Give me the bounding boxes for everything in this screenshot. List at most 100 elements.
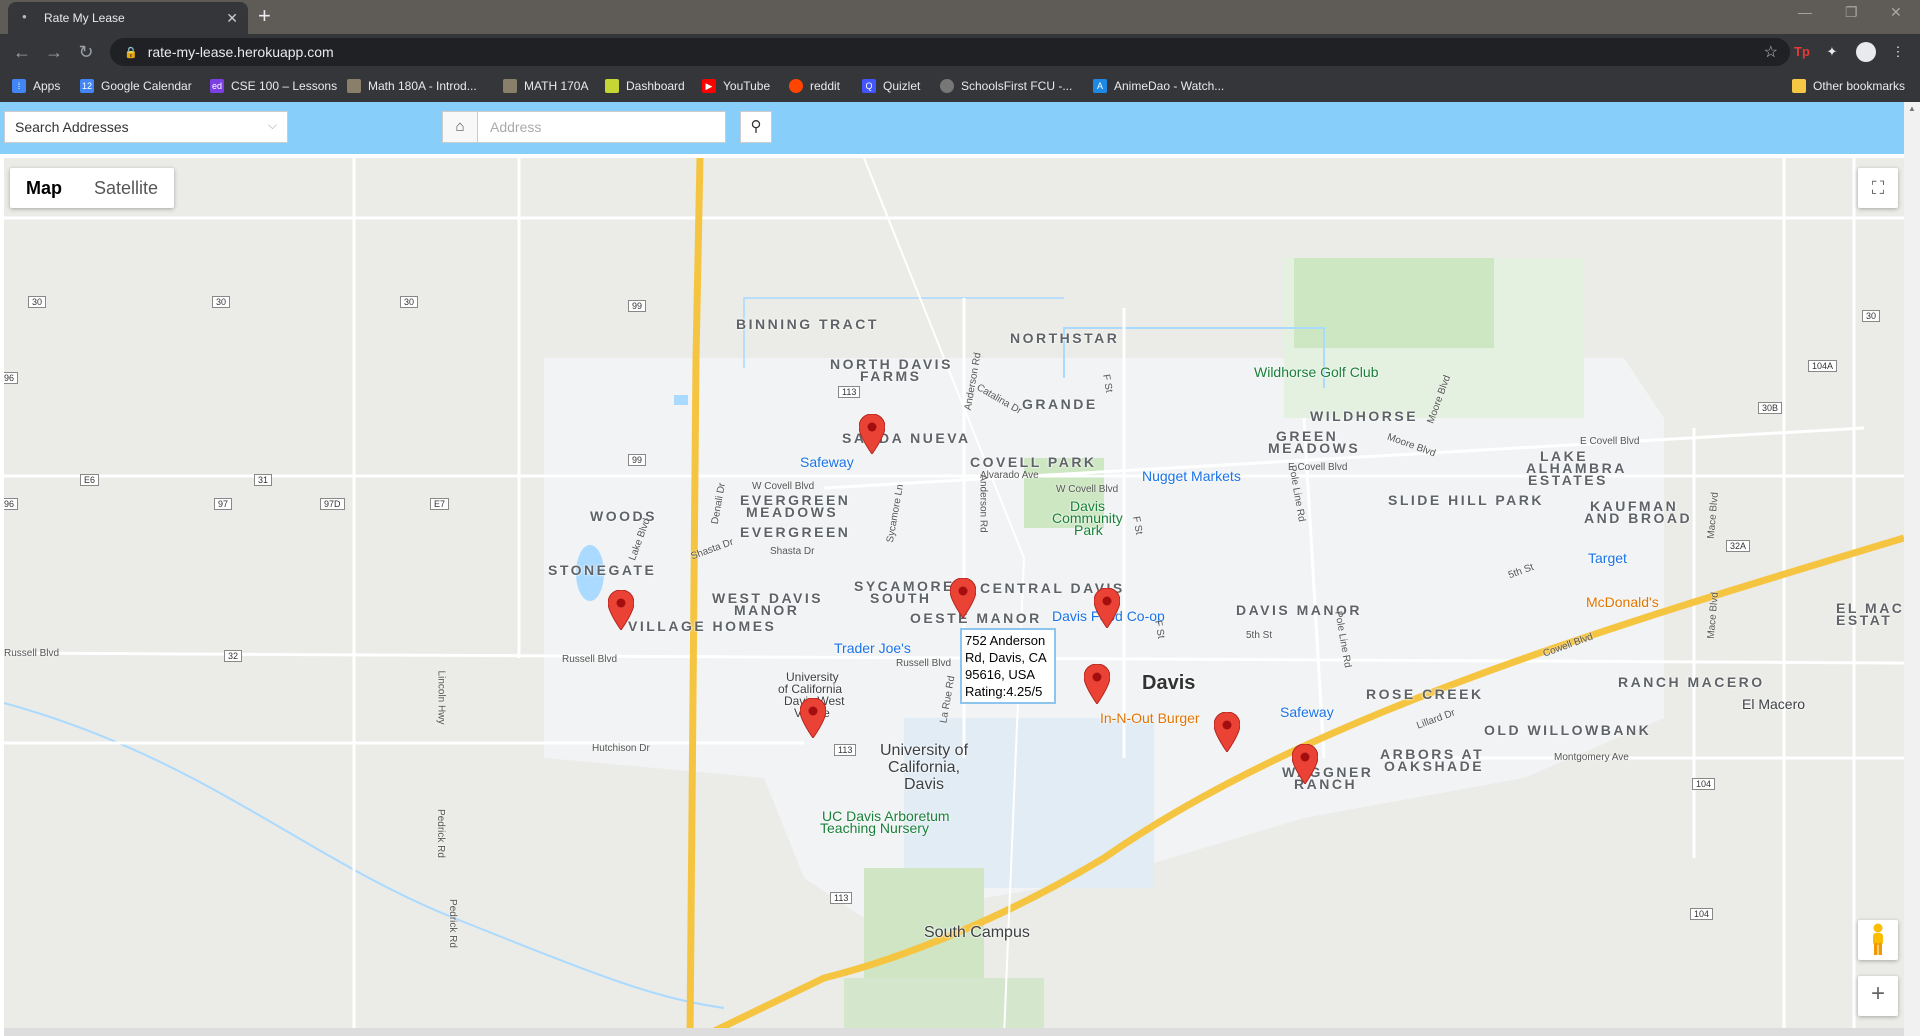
address-bar[interactable]: 🔒 rate-my-lease.herokuapp.com ☆ — [110, 38, 1790, 66]
route-shield: 104 — [1692, 778, 1716, 790]
info-address-line: 752 Anderson — [965, 633, 1046, 648]
horizontal-scrollbar[interactable] — [4, 1028, 1904, 1036]
route-shield: 32A — [1726, 540, 1751, 552]
bookmark-schoolsfirst[interactable]: SchoolsFirst FCU -... — [940, 76, 1072, 96]
road-label: E Covell Blvd — [1580, 436, 1640, 447]
close-window-icon[interactable]: ✕ — [1890, 4, 1902, 21]
bookmark-star-icon[interactable]: ☆ — [1764, 42, 1778, 62]
bookmark-reddit[interactable]: reddit — [789, 76, 840, 96]
bookmark-cse100[interactable]: ed CSE 100 – Lessons — [210, 76, 337, 96]
tab-rate-my-lease[interactable]: ● Rate My Lease ✕ — [8, 2, 248, 34]
area-label: SOUTH — [870, 590, 932, 606]
globe-icon — [940, 79, 954, 93]
ed-icon: ed — [210, 79, 224, 93]
profile-avatar[interactable] — [1856, 42, 1876, 62]
lease-marker[interactable] — [1084, 664, 1110, 704]
poi-label: El Macero — [1742, 696, 1806, 712]
bookmark-apps[interactable]: ⁞ Apps — [12, 76, 60, 96]
road-label: Russell Blvd — [896, 658, 952, 669]
fullscreen-icon: ⛶ — [1871, 178, 1885, 198]
extensions-puzzle-icon[interactable]: ✦ — [1822, 42, 1842, 62]
bookmark-youtube[interactable]: ▶ YouTube — [702, 76, 770, 96]
vertical-scrollbar[interactable]: ▲ — [1904, 102, 1920, 1036]
search-button[interactable]: ⚲ — [740, 111, 772, 143]
scroll-up-icon[interactable]: ▲ — [1908, 104, 1916, 113]
poi-label: Park — [1074, 522, 1103, 538]
search-bar: Search Addresses ⌵ ⌂ ⚲ — [0, 102, 1904, 154]
route-shield: 31 — [254, 474, 273, 486]
favicon-icon: ● — [22, 12, 27, 21]
area-label: EVERGREEN — [740, 524, 851, 540]
bookmark-animedao[interactable]: A AnimeDao - Watch... — [1093, 76, 1224, 96]
bookmark-google-calendar[interactable]: 12 Google Calendar — [80, 76, 192, 96]
zoom-in-button[interactable]: + — [1858, 976, 1898, 1016]
bookmark-quizlet[interactable]: Q Quizlet — [862, 76, 920, 96]
area-label: ESTATES — [1528, 472, 1608, 488]
road-label: W Covell Blvd — [1056, 484, 1119, 495]
forward-icon[interactable]: → — [42, 40, 66, 64]
back-icon[interactable]: ← — [10, 40, 34, 64]
poi-label: Wildhorse Golf Club — [1254, 364, 1379, 380]
area-label: ESTAT — [1836, 612, 1893, 628]
close-tab-icon[interactable]: ✕ — [226, 10, 238, 27]
poi-label: McDonald's — [1586, 594, 1659, 610]
lease-marker[interactable] — [950, 578, 976, 618]
lease-marker[interactable] — [1292, 744, 1318, 784]
route-shield: 97 — [214, 498, 233, 510]
poi-label: Safeway — [1280, 704, 1334, 720]
map-type-satellite-button[interactable]: Satellite — [78, 168, 174, 208]
info-rating: Rating:4.25/5 — [965, 684, 1043, 699]
road-label: Russell Blvd — [562, 654, 618, 665]
bookmark-dashboard[interactable]: Dashboard — [605, 76, 685, 96]
area-label: VILLAGE HOMES — [628, 618, 777, 634]
route-shield: 97D — [320, 498, 345, 510]
bookmark-math180a[interactable]: Math 180A - Introd... — [347, 76, 477, 96]
street-view-pegman-button[interactable] — [1858, 920, 1898, 960]
poi-label: Target — [1588, 550, 1627, 566]
road-label: Hutchison Dr — [592, 743, 650, 754]
home-button[interactable]: ⌂ — [442, 111, 478, 143]
new-tab-icon[interactable]: + — [258, 4, 271, 28]
map[interactable]: BINNING TRACT NORTHSTAR NORTH DAVIS FARM… — [4, 158, 1904, 1036]
reload-icon[interactable]: ↻ — [74, 40, 98, 64]
poi-label: Teaching Nursery — [820, 820, 929, 836]
address-input[interactable] — [478, 111, 726, 143]
extension-tp-icon[interactable]: Tp — [1792, 42, 1812, 62]
restore-icon[interactable]: ❐ — [1845, 4, 1858, 21]
menu-kebab-icon[interactable]: ⋮ — [1888, 42, 1908, 62]
bookmark-math170a[interactable]: MATH 170A — [503, 76, 588, 96]
road-label: Russell Blvd — [4, 648, 60, 659]
poi-label: In-N-Out Burger — [1100, 710, 1200, 726]
route-shield: 113 — [838, 386, 861, 398]
quizlet-icon: Q — [862, 79, 876, 93]
route-shield: 113 — [834, 744, 857, 756]
road-label: 5th St — [1246, 630, 1273, 641]
bookmarks-bar: ⁞ Apps 12 Google Calendar ed CSE 100 – Less… — [0, 70, 1920, 102]
browser-toolbar: ← → ↻ 🔒 rate-my-lease.herokuapp.com ☆ Tp… — [0, 34, 1920, 70]
road-label: Montgomery Ave — [1554, 752, 1629, 763]
lease-marker[interactable] — [1094, 588, 1120, 628]
route-shield: 30 — [1862, 310, 1881, 322]
area-label: ROSE CREEK — [1366, 686, 1484, 702]
map-type-map-button[interactable]: Map — [10, 168, 78, 208]
poi-label: South Campus — [924, 924, 1030, 941]
map-type-control: Map Satellite — [10, 168, 175, 208]
bookmark-other[interactable]: Other bookmarks — [1792, 76, 1905, 96]
route-shield: E6 — [80, 474, 100, 486]
area-label: OLD WILLOWBANK — [1484, 722, 1652, 738]
lock-icon: 🔒 — [124, 46, 138, 59]
canvas-icon — [503, 79, 517, 93]
area-label: MEADOWS — [746, 504, 839, 520]
fullscreen-button[interactable]: ⛶ — [1858, 168, 1898, 208]
route-shield: 104A — [1808, 360, 1838, 372]
lease-marker[interactable] — [800, 698, 826, 738]
youtube-icon: ▶ — [702, 79, 716, 93]
lease-marker[interactable] — [859, 414, 885, 454]
university-label: University of California, Davis — [879, 742, 969, 793]
area-label: RANCH MACERO — [1618, 674, 1765, 690]
lease-marker[interactable] — [1214, 712, 1240, 752]
search-addresses-select[interactable]: Search Addresses ⌵ — [4, 111, 288, 143]
minimize-icon[interactable]: — — [1798, 4, 1812, 20]
lease-marker[interactable] — [608, 590, 634, 630]
poi-label: Nugget Markets — [1142, 468, 1241, 484]
